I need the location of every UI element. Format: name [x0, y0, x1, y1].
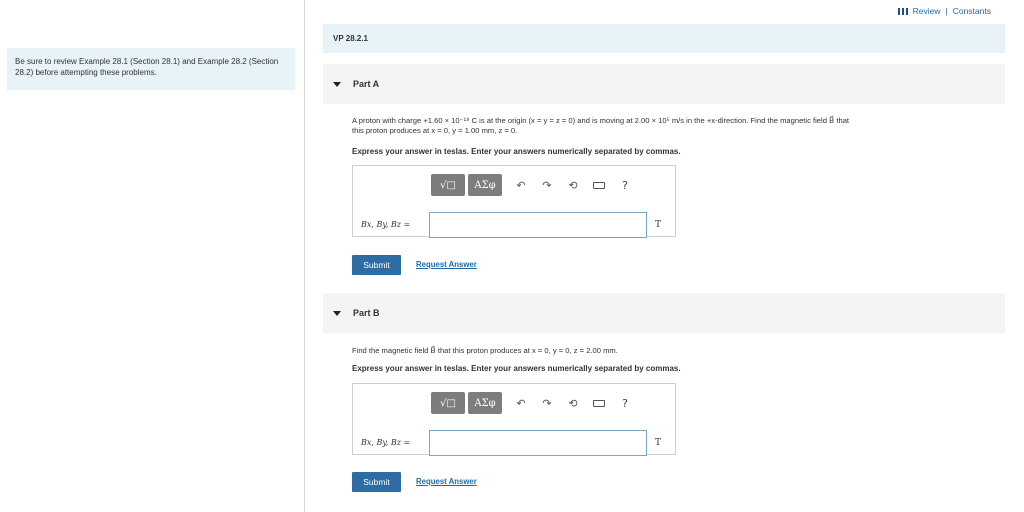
help-icon[interactable]: ?: [615, 174, 635, 196]
part-a-title: Part A: [353, 79, 380, 89]
undo-icon[interactable]: ↶: [511, 392, 531, 414]
part-a-request-answer-link[interactable]: Request Answer: [416, 260, 477, 269]
part-b-answer-label: Bx, By, Bz =: [361, 438, 411, 447]
part-a-question: A proton with charge +1.60 × 10⁻¹⁹ C is …: [352, 116, 1000, 136]
part-a-unit: T: [655, 220, 662, 230]
redo-icon[interactable]: ↷: [537, 174, 557, 196]
part-b-answer-box: √□ ΑΣφ ↶ ↷ ⟲ ? Bx, By, Bz = T: [352, 383, 676, 456]
greek-symbols-button[interactable]: ΑΣφ: [468, 174, 502, 196]
part-b-question-line1: Find the magnetic field B⃗ that this pro…: [352, 346, 618, 355]
redo-icon[interactable]: ↷: [537, 392, 557, 414]
review-icon: [897, 7, 908, 15]
part-b-question: Find the magnetic field B⃗ that this pro…: [352, 346, 1000, 356]
part-b-request-answer-link[interactable]: Request Answer: [416, 477, 477, 486]
keyboard-icon[interactable]: [589, 392, 609, 414]
help-icon[interactable]: ?: [615, 392, 635, 414]
problem-id: VP 28.2.1: [333, 34, 368, 43]
part-b-unit: T: [655, 438, 662, 448]
greek-glyph: ΑΣφ: [474, 179, 496, 191]
templates-glyph: √□: [440, 179, 456, 191]
part-a-question-line1: A proton with charge +1.60 × 10⁻¹⁹ C is …: [352, 116, 850, 125]
part-a-question-line2: this proton produces at x = 0, y = 1.00 …: [352, 126, 518, 135]
greek-glyph: ΑΣφ: [474, 397, 496, 409]
templates-glyph: √□: [440, 397, 456, 409]
separator: |: [945, 6, 948, 16]
part-a-submit-button[interactable]: Submit: [352, 255, 401, 275]
part-a-answer-input[interactable]: [429, 212, 647, 238]
math-toolbar: √□ ΑΣφ ↶ ↷ ⟲ ?: [431, 392, 635, 414]
collapse-caret-icon[interactable]: [333, 81, 341, 87]
constants-link[interactable]: Constants: [953, 6, 991, 16]
part-b-header[interactable]: Part B: [323, 293, 1005, 333]
reset-icon[interactable]: ⟲: [563, 174, 583, 196]
reset-icon[interactable]: ⟲: [563, 392, 583, 414]
greek-symbols-button[interactable]: ΑΣφ: [468, 392, 502, 414]
part-a-instruction: Express your answer in teslas. Enter you…: [352, 147, 681, 156]
review-note: Be sure to review Example 28.1 (Section …: [7, 48, 295, 90]
keyboard-icon[interactable]: [589, 174, 609, 196]
part-b-instruction: Express your answer in teslas. Enter you…: [352, 364, 681, 373]
part-b-answer-input[interactable]: [429, 430, 647, 456]
math-toolbar: √□ ΑΣφ ↶ ↷ ⟲ ?: [431, 174, 635, 196]
templates-button[interactable]: √□: [431, 174, 465, 196]
part-a-answer-label: Bx, By, Bz =: [361, 220, 411, 229]
left-column: Be sure to review Example 28.1 (Section …: [0, 0, 305, 512]
templates-button[interactable]: √□: [431, 392, 465, 414]
part-a-answer-box: √□ ΑΣφ ↶ ↷ ⟲ ? Bx, By, Bz = T: [352, 165, 676, 238]
undo-icon[interactable]: ↶: [511, 174, 531, 196]
review-link[interactable]: Review: [913, 6, 941, 16]
top-links: Review | Constants: [897, 6, 991, 16]
collapse-caret-icon[interactable]: [333, 310, 341, 316]
part-b-submit-button[interactable]: Submit: [352, 472, 401, 492]
part-a-header[interactable]: Part A: [323, 64, 1005, 104]
part-b-title: Part B: [353, 308, 380, 318]
problem-header: VP 28.2.1: [323, 24, 1005, 53]
